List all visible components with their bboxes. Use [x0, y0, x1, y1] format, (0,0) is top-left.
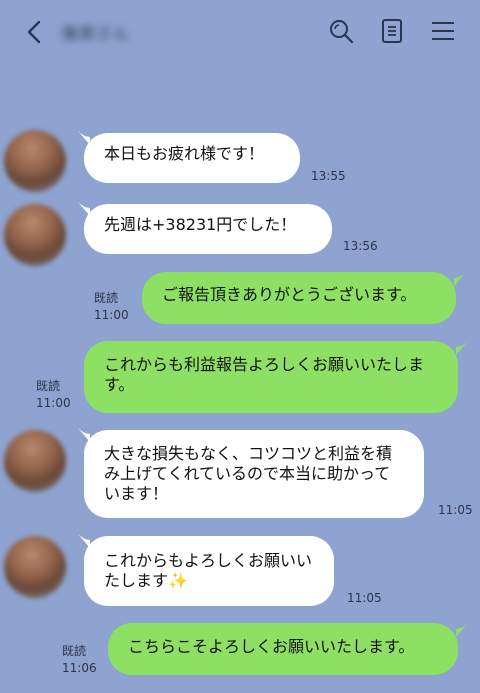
message-text: 本日もお疲れ様です！: [104, 144, 265, 163]
avatar[interactable]: [4, 204, 66, 266]
message-bubble[interactable]: 先週は+38231円でした！: [84, 204, 332, 254]
message-time: 11:00: [94, 308, 129, 322]
message-bubble[interactable]: 大きな損失もなく、コツコツと利益を積み上げてくれているので本当に助かっています！: [84, 430, 424, 518]
menu-icon[interactable]: [429, 17, 457, 45]
message-bubble[interactable]: ご報告頂きありがとうございます。: [142, 272, 456, 324]
message-text: こちらこそよろしくお願いいたします。: [128, 637, 415, 656]
contact-name[interactable]: 篠原さん: [62, 20, 130, 44]
read-receipt: 既読 11:06: [62, 643, 97, 677]
avatar[interactable]: [4, 130, 66, 192]
avatar[interactable]: [4, 430, 66, 492]
search-icon[interactable]: [327, 17, 355, 45]
read-label: 既読: [94, 291, 119, 305]
message-bubble[interactable]: 本日もお疲れ様です！: [84, 133, 300, 183]
sparkles-icon: ✨: [168, 571, 188, 590]
chat-header: 篠原さん: [0, 0, 480, 66]
bubble-tail: [456, 341, 468, 355]
message-time: 11:06: [62, 661, 97, 675]
read-label: 既読: [62, 644, 87, 658]
back-arrow-icon[interactable]: [22, 18, 48, 46]
read-receipt: 既読 11:00: [94, 290, 129, 324]
message-bubble[interactable]: こちらこそよろしくお願いいたします。: [108, 623, 458, 675]
avatar[interactable]: [4, 536, 66, 598]
message-text: 先週は+38231円でした！: [104, 215, 297, 234]
bubble-tail: [454, 272, 466, 286]
notes-icon[interactable]: [378, 17, 406, 45]
message-text: 大きな損失もなく、コツコツと利益を積み上げてくれているので本当に助かっています！: [104, 444, 393, 503]
message-time: 13:55: [311, 169, 346, 183]
message-text: これからも利益報告よろしくお願いいたします。: [104, 355, 425, 394]
message-text: ご報告頂きありがとうございます。: [162, 285, 417, 304]
message-text: これからもよろしくお願いいたします: [104, 551, 313, 590]
message-time: 11:00: [36, 396, 71, 410]
message-time: 11:05: [438, 503, 473, 517]
message-bubble[interactable]: これからも利益報告よろしくお願いいたします。: [84, 341, 458, 413]
read-receipt: 既読 11:00: [36, 378, 71, 412]
read-label: 既読: [36, 379, 61, 393]
message-time: 11:05: [347, 591, 382, 605]
bubble-tail: [456, 623, 468, 637]
message-time: 13:56: [343, 239, 378, 253]
message-bubble[interactable]: これからもよろしくお願いいたします✨: [84, 536, 334, 606]
